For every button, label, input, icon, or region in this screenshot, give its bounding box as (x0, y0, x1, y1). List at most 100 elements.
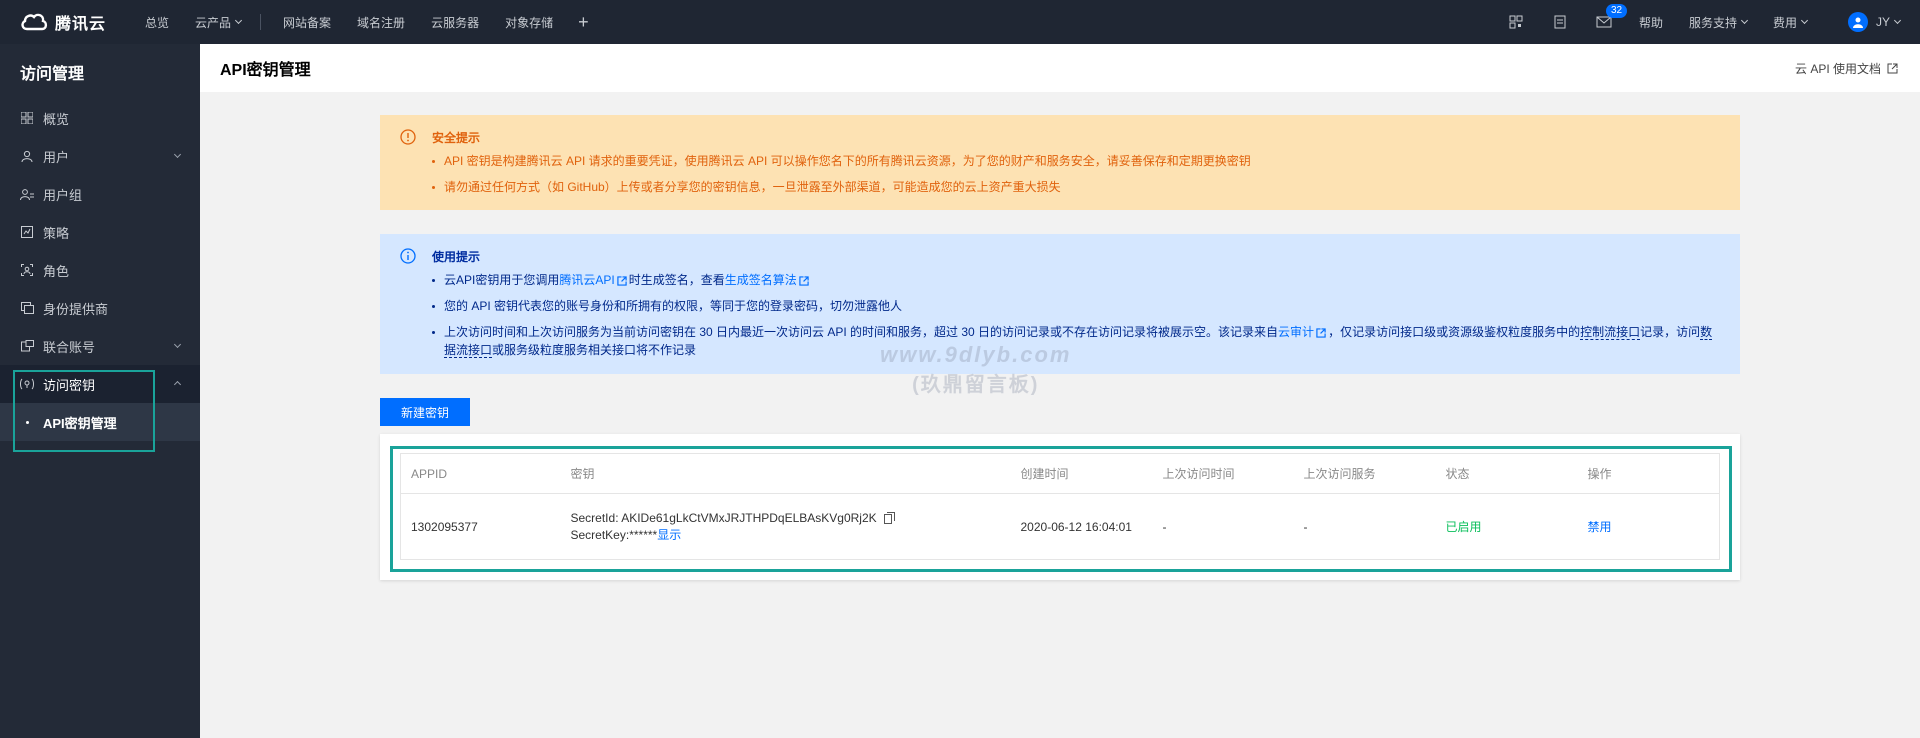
nav-products[interactable]: 云产品 (182, 0, 254, 44)
alert-text: 或服务级粒度服务相关接口将不作记录 (492, 343, 697, 357)
user-menu[interactable]: JY (1875, 15, 1902, 29)
sidebar-item-federated[interactable]: 联合账号 (0, 327, 200, 365)
api-doc-link[interactable]: 云 API 使用文档 (1795, 60, 1900, 77)
keys-table-card: APPID 密钥 创建时间 上次访问时间 上次访问服务 状态 操作 130209… (380, 434, 1740, 580)
user-group-icon (20, 187, 34, 201)
column-header: 上次访问服务 (1293, 453, 1436, 494)
alert-text: 时生成签名，查看 (628, 273, 725, 287)
user-name: JY (1875, 15, 1890, 29)
column-header: APPID (400, 453, 561, 494)
copy-icon[interactable] (883, 511, 895, 524)
sidebar-item-label: 概览 (43, 111, 70, 127)
sidebar-subitem-label: API密钥管理 (43, 415, 117, 431)
sidebar-item-label: 访问密钥 (43, 377, 96, 393)
bullet-icon (26, 420, 29, 424)
secret-id-value: AKIDe61gLkCtVMxJRJTHPDqELBAsKVg0Rj2K (621, 510, 877, 525)
top-navbar: 腾讯云 总览 云产品 网站备案 域名注册 云服务器 对象存储 + 32 帮助 服… (0, 0, 1920, 44)
tencent-api-link[interactable]: 腾讯云API (559, 273, 614, 287)
column-header: 密钥 (560, 453, 1011, 494)
external-link-icon (1316, 328, 1326, 338)
document-icon[interactable] (1538, 0, 1582, 44)
warning-icon (400, 129, 416, 145)
secret-key-line: SecretKey:******显示 (571, 527, 1011, 544)
sidebar: 访问管理 概览 用户 用户组 策略 角色 身份提供商 联合账号 访问密钥 API… (0, 44, 200, 738)
plus-icon[interactable]: + (566, 12, 601, 33)
nav-support-label: 服务支持 (1688, 15, 1737, 30)
alert-title: 安全提示 (432, 131, 481, 145)
alert-item: 上次访问时间和上次访问服务为当前访问密钥在 30 日内最近一次访问云 API 的… (432, 323, 1720, 359)
alert-item: 云API密钥用于您调用腾讯云API 时生成签名，查看生成签名算法 (432, 271, 1720, 289)
table-header-row: APPID 密钥 创建时间 上次访问时间 上次访问服务 状态 操作 (400, 453, 1720, 494)
secret-cell: SecretId: AKIDe61gLkCtVMxJRJTHPDqELBAsKV… (561, 494, 1011, 560)
alert-text: 上次访问时间和上次访问服务为当前访问密钥在 30 日内最近一次访问云 API 的… (444, 325, 1279, 339)
last-service-cell: - (1303, 519, 1308, 534)
mail-icon[interactable]: 32 (1582, 0, 1628, 44)
sidebar-item-label: 身份提供商 (43, 301, 109, 317)
info-icon (400, 248, 416, 264)
nav-products-label: 云产品 (195, 15, 232, 30)
column-header: 创建时间 (1010, 453, 1153, 494)
qrcode-icon[interactable] (1494, 0, 1538, 44)
column-header: 上次访问时间 (1152, 453, 1294, 494)
sidebar-item-label: 用户 (43, 149, 70, 165)
content-header: API密钥管理 云 API 使用文档 (200, 44, 1920, 92)
chevron-up-icon (173, 380, 182, 389)
sidebar-subitem-api-keys[interactable]: API密钥管理 (0, 403, 200, 441)
usage-alert: 使用提示 云API密钥用于您调用腾讯云API 时生成签名，查看生成签名算法 您的 … (380, 234, 1740, 374)
security-alert: 安全提示 API 密钥是构建腾讯云 API 请求的重要凭证，使用腾讯云 API … (380, 115, 1740, 210)
role-icon (20, 263, 34, 277)
nav-overview[interactable]: 总览 (132, 0, 182, 44)
alert-title: 使用提示 (432, 250, 481, 264)
nav-support[interactable]: 服务支持 (1676, 0, 1760, 44)
secret-id-label: SecretId: (570, 510, 619, 525)
action-cell: 禁用 (1578, 494, 1720, 560)
alert-item: 请勿通过任何方式（如 GitHub）上传或者分享您的密钥信息，一旦泄露至外部渠道… (432, 178, 1720, 196)
control-flow-term[interactable]: 控制流接口 (1580, 325, 1641, 340)
brand-logo[interactable]: 腾讯云 (0, 10, 132, 34)
create-key-button[interactable]: 新建密钥 (380, 398, 470, 426)
external-link-icon (617, 276, 627, 286)
brand-name: 腾讯云 (55, 16, 107, 33)
nav-billing-label: 费用 (1772, 15, 1797, 30)
nav-cos[interactable]: 对象存储 (492, 0, 566, 44)
avatar[interactable] (1847, 12, 1868, 32)
show-secret-key-link[interactable]: 显示 (657, 528, 681, 542)
nav-icp[interactable]: 网站备案 (270, 0, 344, 44)
nav-domain[interactable]: 域名注册 (344, 0, 418, 44)
column-header: 状态 (1435, 453, 1578, 494)
mail-count-badge: 32 (1605, 4, 1628, 18)
chevron-down-icon (1740, 16, 1749, 24)
nav-cvm[interactable]: 云服务器 (418, 0, 492, 44)
table-row: 1302095377 SecretId: AKIDe61gLkCtVMxJRJT… (401, 494, 1720, 560)
sidebar-item-policies[interactable]: 策略 (0, 213, 200, 251)
alert-text: ，仅记录访问接口级或资源级鉴权粒度服务中的 (1328, 325, 1581, 339)
grid-icon (20, 111, 34, 125)
chevron-down-icon (234, 16, 243, 24)
disable-key-link[interactable]: 禁用 (1588, 520, 1612, 534)
created-time-cell: 2020-06-12 16:04:01 (1020, 519, 1132, 534)
nav-help[interactable]: 帮助 (1626, 0, 1676, 44)
chevron-down-icon (173, 340, 182, 349)
sidebar-item-roles[interactable]: 角色 (0, 251, 200, 289)
main-content: 安全提示 API 密钥是构建腾讯云 API 请求的重要凭证，使用腾讯云 API … (380, 115, 1740, 580)
sidebar-item-users[interactable]: 用户 (0, 137, 200, 175)
sidebar-item-overview[interactable]: 概览 (0, 99, 200, 137)
alert-text: 云API密钥用于您调用 (444, 273, 560, 287)
sidebar-item-groups[interactable]: 用户组 (0, 175, 200, 213)
nav-divider (260, 14, 262, 30)
chevron-down-icon (1893, 16, 1902, 24)
nav-billing[interactable]: 费用 (1760, 0, 1820, 44)
sidebar-item-idp[interactable]: 身份提供商 (0, 289, 200, 327)
signature-algorithm-link[interactable]: 生成签名算法 (725, 273, 797, 287)
status-badge: 已启用 (1445, 520, 1482, 534)
policy-icon (20, 225, 34, 239)
external-link-icon (799, 276, 809, 286)
appid-cell: 1302095377 (411, 519, 478, 534)
last-access-cell: - (1162, 519, 1167, 534)
key-icon (20, 377, 34, 391)
sidebar-item-access-keys[interactable]: 访问密钥 (0, 365, 200, 403)
sidebar-title: 访问管理 (20, 65, 85, 83)
secret-key-masked: ****** (629, 527, 658, 542)
alert-item: 您的 API 密钥代表您的账号身份和所拥有的权限，等同于您的登录密码，切勿泄露他… (432, 297, 1720, 315)
cloud-audit-link[interactable]: 云审计 (1278, 325, 1314, 339)
